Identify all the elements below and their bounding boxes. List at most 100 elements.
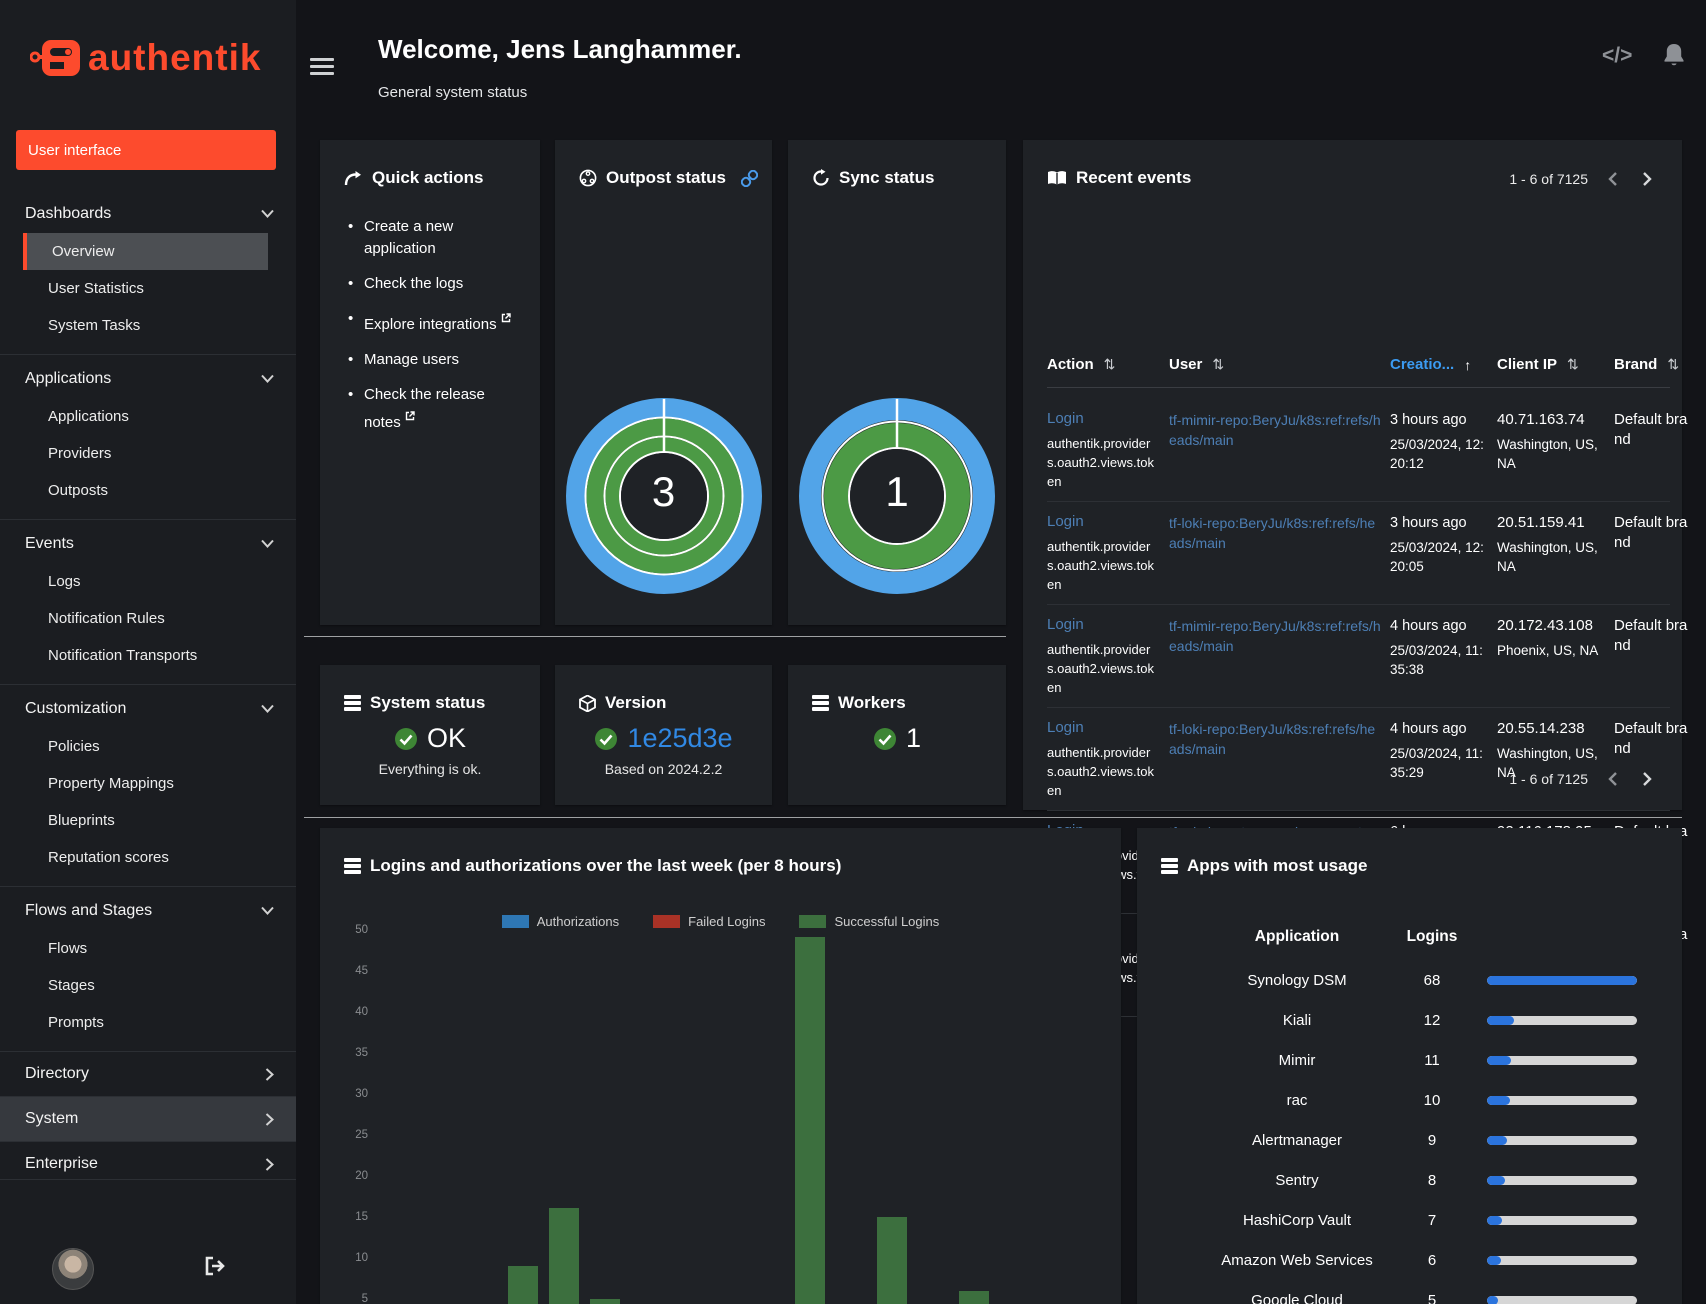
quick-action-manage-users[interactable]: Manage users (346, 349, 522, 371)
sidebar-item-applications[interactable]: Applications (0, 398, 296, 435)
sidebar-section-customization[interactable]: Customization (0, 689, 296, 728)
code-icon[interactable]: </> (1602, 44, 1632, 68)
apps-table-body: Synology DSM 68 Kiali 12 Mimir 11 rac 10 Alertma… (1207, 960, 1667, 1304)
event-client-ip: 20.55.14.238 (1497, 720, 1585, 737)
events-col-client-ip[interactable]: Client IP ⇅ (1497, 356, 1614, 373)
usage-progress-bar (1487, 975, 1637, 985)
event-client-ip: 20.51.159.41 (1497, 514, 1585, 531)
hamburger-menu-icon[interactable] (310, 58, 334, 79)
sidebar-item-system-tasks[interactable]: System Tasks (0, 307, 296, 344)
sidebar-item-policies[interactable]: Policies (0, 728, 296, 765)
events-col-action[interactable]: Action ⇅ (1047, 356, 1169, 373)
sidebar-item-logs[interactable]: Logs (0, 563, 296, 600)
y-axis-tick-label: 10 (355, 1252, 368, 1264)
event-user-link[interactable]: tf-mimir-repo:BeryJu/k8s:ref:refs/heads/… (1169, 616, 1381, 656)
event-row: Login authentik.providers.oauth2.views.to… (1047, 502, 1687, 605)
event-action-link[interactable]: Login (1047, 410, 1084, 427)
quick-actions-card: Quick actions Create a new application Ch… (320, 140, 540, 625)
logout-icon[interactable] (204, 1256, 226, 1281)
pagination-label: 1 - 6 of 7125 (1509, 171, 1588, 187)
events-col-creatio[interactable]: Creatio... ↑ (1390, 356, 1497, 373)
pagination-next-icon[interactable] (1637, 170, 1658, 188)
sync-status-card: Sync status 1 (788, 140, 1006, 625)
logins-chart-card: Logins and authorizations over the last … (320, 828, 1121, 1304)
chart-bar-successful-logins (877, 1216, 907, 1304)
sidebar-item-blueprints[interactable]: Blueprints (0, 802, 296, 839)
sidebar-section-system[interactable]: System (0, 1097, 296, 1141)
sidebar-item-providers[interactable]: Providers (0, 435, 296, 472)
link-icon[interactable] (740, 169, 758, 187)
chevron-right-icon (265, 1112, 274, 1126)
event-action-link[interactable]: Login (1047, 616, 1084, 633)
authentik-logo[interactable]: authentik (30, 36, 261, 80)
pagination-prev-icon[interactable] (1602, 770, 1623, 788)
legend-item-authorizations[interactable]: Authorizations (501, 914, 619, 929)
events-col-brand[interactable]: Brand ⇅ (1614, 356, 1679, 373)
workers-value: 1 (905, 723, 922, 753)
legend-item-failed-logins[interactable]: Failed Logins (653, 914, 765, 929)
workers-card: Workers 1 (788, 665, 1006, 805)
sidebar-item-user-statistics[interactable]: User Statistics (0, 270, 296, 307)
quick-action-create-a-new-application[interactable]: Create a new application (346, 216, 522, 260)
system-status-value: OK (426, 723, 466, 753)
legend-swatch (501, 915, 529, 928)
sidebar-section-dashboards[interactable]: Dashboards (0, 194, 296, 233)
sidebar-section-directory[interactable]: Directory (0, 1052, 296, 1096)
server-icon (1161, 858, 1178, 874)
check-circle-icon (873, 727, 896, 750)
bell-icon[interactable] (1662, 42, 1686, 74)
sidebar-section-flows-and-stages[interactable]: Flows and Stages (0, 891, 296, 930)
sidebar-section-applications[interactable]: Applications (0, 359, 296, 398)
quick-actions-list: Create a new application Check the logs Ex… (346, 216, 522, 447)
quick-action-explore-integrations[interactable]: Explore integrations (346, 308, 522, 336)
pagination-prev-icon[interactable] (1602, 170, 1623, 188)
app-name: HashiCorp Vault (1242, 1211, 1352, 1229)
sidebar-item-notification-transports[interactable]: Notification Transports (0, 637, 296, 674)
logo-wordmark: authentik (88, 37, 262, 78)
sidebar-item-outposts[interactable]: Outposts (0, 472, 296, 509)
app-login-count: 11 (1424, 1051, 1440, 1069)
sidebar-item-property-mappings[interactable]: Property Mappings (0, 765, 296, 802)
event-client-ip: 20.172.43.108 (1497, 617, 1593, 634)
sidebar-item-prompts[interactable]: Prompts (0, 1004, 296, 1041)
sidebar-section-events[interactable]: Events (0, 524, 296, 563)
y-axis-tick-label: 20 (355, 1170, 368, 1182)
y-axis-tick-label: 50 (355, 924, 368, 936)
column-label: User (1169, 356, 1203, 373)
chart-bar-successful-logins (959, 1290, 989, 1304)
column-label: Action (1047, 356, 1094, 373)
quick-action-check-the-logs[interactable]: Check the logs (346, 273, 522, 295)
page-title: Welcome, Jens Langhammer. (378, 34, 742, 64)
version-value-link[interactable]: 1e25d3e (627, 723, 732, 754)
event-action-link[interactable]: Login (1047, 513, 1084, 530)
page-subtitle: General system status (378, 84, 528, 101)
legend-item-successful-logins[interactable]: Successful Logins (799, 914, 939, 929)
events-col-user[interactable]: User ⇅ (1169, 356, 1390, 373)
sidebar-item-overview[interactable]: Overview (23, 233, 268, 270)
event-user-link[interactable]: tf-loki-repo:BeryJu/k8s:ref:refs/heads/m… (1169, 513, 1381, 553)
sidebar-item-flows[interactable]: Flows (0, 930, 296, 967)
sidebar-section-label: Directory (25, 1065, 90, 1082)
event-user-link[interactable]: tf-loki-repo:BeryJu/k8s:ref:refs/heads/m… (1169, 719, 1381, 759)
event-action-link[interactable]: Login (1047, 719, 1084, 736)
events-pagination-bottom: 1 - 6 of 7125 (1509, 770, 1658, 788)
chevron-down-icon (261, 704, 274, 713)
system-status-card: System status OK Everything is ok. (320, 665, 540, 805)
quick-action-check-the-release-notes[interactable]: Check the release notes (346, 384, 522, 434)
app-login-count: 5 (1427, 1291, 1437, 1304)
avatar[interactable] (52, 1248, 94, 1290)
sidebar-section: Customization Policies Property Mappings Bl… (0, 684, 296, 886)
usage-progress-bar (1487, 1175, 1637, 1185)
sidebar-item-notification-rules[interactable]: Notification Rules (0, 600, 296, 637)
sidebar-section-label: Events (25, 534, 74, 552)
pagination-next-icon[interactable] (1637, 770, 1658, 788)
event-user-link[interactable]: tf-mimir-repo:BeryJu/k8s:ref:refs/heads/… (1169, 410, 1381, 450)
sidebar-item-stages[interactable]: Stages (0, 967, 296, 1004)
sidebar: authentik User interface Dashboards Overv… (0, 0, 296, 1304)
user-interface-button[interactable]: User interface (16, 130, 276, 170)
version-card: Version 1e25d3e Based on 2024.2.2 (555, 665, 772, 805)
section-divider (304, 817, 1682, 818)
y-axis-tick-label: 35 (355, 1047, 368, 1059)
sidebar-item-reputation-scores[interactable]: Reputation scores (0, 839, 296, 876)
outpost-count: 3 (651, 468, 676, 515)
